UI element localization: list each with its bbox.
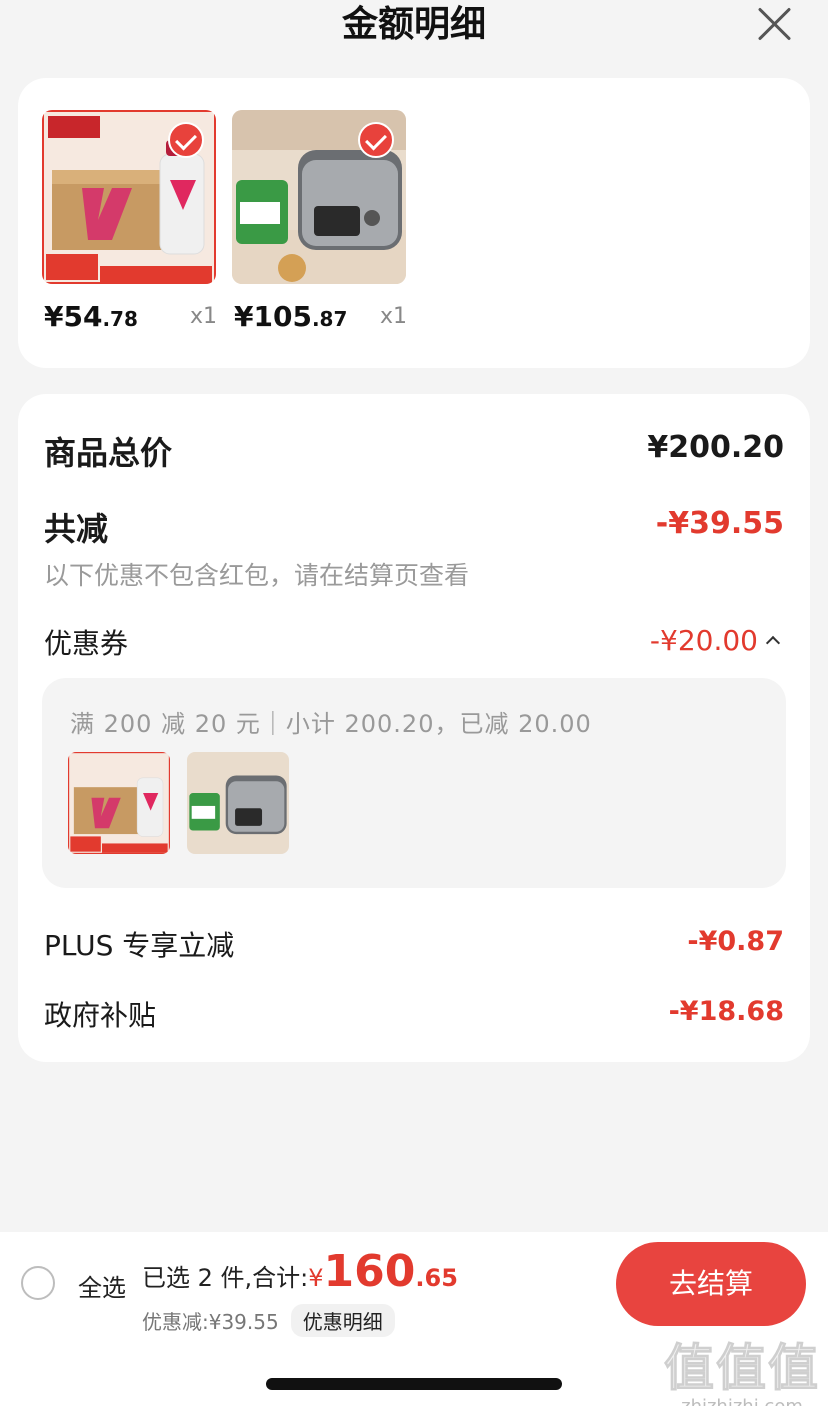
coupon-toggle[interactable]: -¥20.00 [649,624,781,657]
selected-count-text: 已选 2 件,合计: [142,1264,309,1292]
currency-symbol: ¥ [308,1264,324,1292]
plus-value: -¥0.87 [687,926,784,957]
discount-note: 以下优惠不包含红包，请在结算页查看 [44,561,470,590]
watermark-url: zhizhizhi.com [664,1396,820,1406]
total-label: 商品总价 [44,434,173,472]
selected-check-icon[interactable] [168,122,204,158]
coupon-product-thumb [187,752,289,854]
checkout-bar: 全选 已选 2 件,合计:¥160.65 优惠减:¥39.55 优惠明细 去结算 … [0,1232,828,1406]
header: 金额明细 [0,0,828,56]
coupon-label: 优惠券 [44,627,129,660]
price-cents: .78 [102,307,138,331]
selected-total: 已选 2 件,合计:¥160.65 [142,1246,458,1297]
home-indicator [266,1378,562,1390]
total-amount: 160 [323,1246,416,1297]
gov-subsidy-value: -¥18.68 [668,996,784,1027]
total-cents: .65 [415,1264,458,1292]
reduced-value: -¥39.55 [655,506,784,541]
coupon-detail-text: 满 200 减 20 元｜小计 200.20，已减 20.00 [70,710,592,738]
price-summary-card: 商品总价 ¥200.20 共减 -¥39.55 以下优惠不包含红包，请在结算页查… [18,394,810,1062]
reduced-label: 共减 [44,510,109,548]
discount-summary: 优惠减:¥39.55 优惠明细 [142,1304,395,1337]
plus-label: PLUS 专享立减 [44,929,235,962]
product-price: ¥105.87 [234,300,347,333]
product-image-nongfu[interactable] [42,110,216,284]
rice-cooker-thumb [187,752,289,854]
gov-subsidy-label: 政府补贴 [44,999,157,1032]
price-main: ¥105 [234,300,312,333]
water-box-thumb [68,752,170,854]
chevron-up-icon [765,635,781,651]
select-all-radio[interactable] [21,1266,55,1300]
product-qty: x1 [190,304,218,329]
price-cents: .87 [311,307,348,331]
watermark-logo: 值值值 [664,1339,820,1398]
product-qty: x1 [380,304,408,329]
close-icon[interactable] [756,6,792,42]
coupon-value: -¥20.00 [649,624,758,657]
coupon-detail-box: 满 200 减 20 元｜小计 200.20，已减 20.00 [42,678,786,888]
discount-detail-button[interactable]: 优惠明细 [290,1304,395,1337]
select-all-label[interactable]: 全选 [78,1268,126,1303]
product-price: ¥54.78 [44,300,138,333]
selected-products-card: ¥54.78 x1 ¥105.87 x1 [18,78,810,368]
discount-text: 优惠减:¥39.55 [142,1310,279,1334]
page-title: 金额明细 [341,4,486,45]
watermark: 值值值 zhizhizhi.com [664,1328,820,1406]
product-image-joyoung[interactable] [232,110,406,284]
coupon-product-thumb [68,752,170,854]
selected-check-icon[interactable] [358,122,394,158]
total-value: ¥200.20 [647,430,784,465]
price-main: ¥54 [44,300,103,333]
checkout-button[interactable]: 去结算 [616,1242,806,1326]
